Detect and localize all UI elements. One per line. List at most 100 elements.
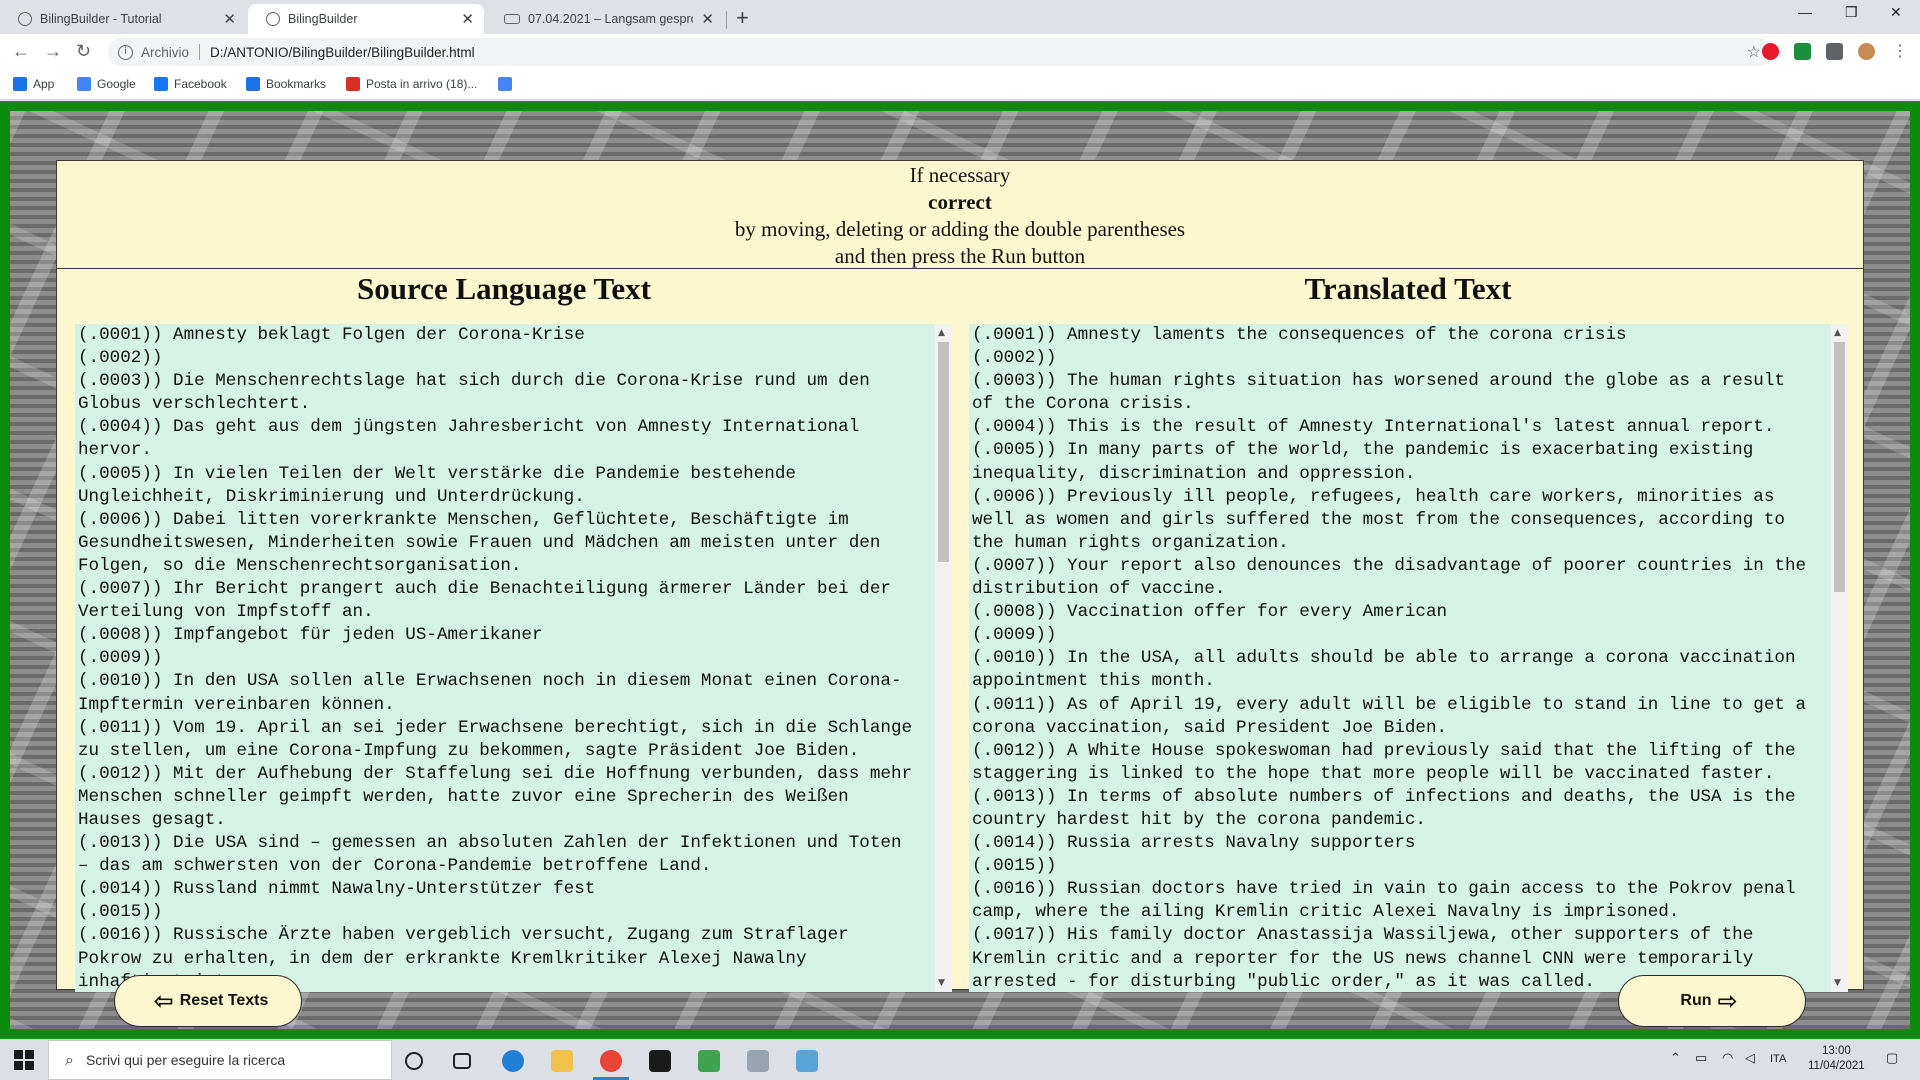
- facebook-icon: [154, 77, 168, 91]
- menu-kebab-icon[interactable]: ⋮: [1892, 41, 1908, 61]
- instruction-line-4: and then press the Run button: [834, 244, 1086, 268]
- tab-close-icon[interactable]: ✕: [461, 10, 474, 28]
- tray-device-icon[interactable]: ▭: [1695, 1050, 1707, 1066]
- translated-text[interactable]: (.0001)) Amnesty laments the consequence…: [972, 324, 1828, 992]
- profile-avatar[interactable]: [1858, 43, 1875, 60]
- cortana-icon[interactable]: [405, 1052, 423, 1070]
- tab-close-icon[interactable]: ✕: [223, 10, 236, 28]
- bookmark-label: Google: [97, 77, 136, 91]
- notepad-app-icon[interactable]: [796, 1050, 818, 1072]
- reset-texts-label: Reset Texts: [179, 992, 269, 1009]
- source-text[interactable]: (.0001)) Amnesty beklagt Folgen der Coro…: [78, 324, 932, 992]
- windows-start-button[interactable]: [14, 1050, 34, 1070]
- arrow-right-icon: ⇨: [1717, 987, 1738, 1015]
- wifi-icon[interactable]: ◠: [1722, 1050, 1733, 1066]
- tool-app-icon[interactable]: [747, 1050, 769, 1072]
- scroll-down-icon[interactable]: ▼: [1834, 978, 1841, 988]
- language-indicator[interactable]: ITA: [1770, 1053, 1786, 1065]
- source-scrollbar[interactable]: ▲ ▼: [935, 324, 952, 992]
- globe-icon: [18, 12, 32, 26]
- bookmark-translate[interactable]: [498, 77, 518, 91]
- bookmark-app[interactable]: App: [13, 77, 54, 91]
- address-divider: [199, 44, 201, 60]
- browser-toolbar: ← → ↻ i Archivio D:/ANTONIO/BilingBuilde…: [0, 34, 1920, 70]
- taskbar-search[interactable]: ⌕ Scrivi qui per eseguire la ricerca: [48, 1040, 392, 1080]
- restore-button[interactable]: ❐: [1845, 4, 1858, 21]
- shield-extension-icon[interactable]: [1794, 43, 1811, 60]
- terminal-icon[interactable]: [649, 1050, 671, 1072]
- clock-time: 13:00: [1821, 1045, 1851, 1057]
- tab-title: BilingBuilder - Tutorial: [40, 12, 162, 26]
- bookmark-label: Facebook: [174, 77, 227, 91]
- windows-taskbar: ⌕ Scrivi qui per eseguire la ricerca ⌃ ▭…: [0, 1040, 1920, 1080]
- run-label: Run: [1680, 992, 1712, 1009]
- chart-app-icon[interactable]: [698, 1050, 720, 1072]
- site-info-icon[interactable]: i: [118, 44, 133, 60]
- translated-scrollbar[interactable]: ▲ ▼: [1831, 324, 1848, 992]
- new-tab-button[interactable]: +: [736, 5, 749, 31]
- globe-icon: [266, 12, 280, 26]
- arrow-left-icon: ⇦: [153, 987, 174, 1015]
- tab-title: 07.04.2021 – Langsam gesproche: [528, 12, 693, 26]
- chrome-icon[interactable]: [600, 1050, 622, 1072]
- taskbar-clock[interactable]: 13:00 11/04/2021: [1808, 1044, 1865, 1074]
- tab-divider: [726, 11, 727, 29]
- scroll-up-icon[interactable]: ▲: [938, 328, 945, 338]
- reload-button[interactable]: ↻: [76, 41, 91, 62]
- volume-icon[interactable]: ◁: [1745, 1050, 1755, 1066]
- minimize-button[interactable]: —: [1798, 4, 1812, 20]
- bookmark-star-icon[interactable]: ☆: [1747, 42, 1761, 62]
- back-button[interactable]: ←: [12, 41, 30, 62]
- notifications-icon[interactable]: ▢: [1886, 1050, 1898, 1066]
- tab-biling-builder[interactable]: BilingBuilder ✕: [248, 4, 484, 34]
- tab-biling-builder-tutorial[interactable]: BilingBuilder - Tutorial ✕: [0, 4, 246, 34]
- source-title: Source Language Text: [357, 271, 651, 306]
- tab-close-icon[interactable]: ✕: [701, 10, 714, 28]
- apps-grid-icon: [13, 77, 27, 91]
- search-icon: ⌕: [65, 1050, 74, 1069]
- bookmark-bookmarks[interactable]: Bookmarks: [246, 77, 326, 91]
- bookmark-label: App: [33, 77, 55, 91]
- instruction-line-1: If necessary: [909, 163, 1011, 187]
- forward-button[interactable]: →: [44, 41, 62, 62]
- bookmark-google[interactable]: Google: [77, 77, 136, 91]
- translated-title: Translated Text: [1304, 271, 1512, 306]
- file-explorer-icon[interactable]: [551, 1050, 573, 1072]
- scroll-down-icon[interactable]: ▼: [938, 978, 945, 988]
- puzzle-extensions-icon[interactable]: [1826, 43, 1843, 60]
- gmail-icon: [346, 77, 360, 91]
- scroll-thumb[interactable]: [938, 342, 949, 562]
- instruction-line-3: by moving, deleting or adding the double…: [734, 217, 1186, 241]
- scroll-thumb[interactable]: [1834, 342, 1845, 592]
- bookmark-gmail[interactable]: Posta in arrivo (18)...: [346, 77, 477, 91]
- bookmark-facebook[interactable]: Facebook: [154, 77, 227, 91]
- clock-date: 11/04/2021: [1808, 1060, 1865, 1072]
- instruction-line-2: correct: [928, 190, 992, 214]
- browser-tabstrip: BilingBuilder - Tutorial ✕ BilingBuilder…: [0, 0, 1920, 34]
- task-view-icon[interactable]: [453, 1053, 471, 1069]
- translate-icon: [498, 77, 512, 91]
- address-scheme: Archivio: [141, 44, 190, 60]
- taskbar-search-placeholder: Scrivi qui per eseguire la ricerca: [85, 1052, 286, 1068]
- address-url[interactable]: D:/ANTONIO/BilingBuilder/BilingBuilder.h…: [210, 45, 475, 60]
- source-textarea[interactable]: (.0001)) Amnesty beklagt Folgen der Coro…: [75, 324, 952, 992]
- address-bar[interactable]: i Archivio D:/ANTONIO/BilingBuilder/Bili…: [108, 38, 1773, 66]
- scroll-up-icon[interactable]: ▲: [1834, 328, 1841, 338]
- reset-texts-button[interactable]: ⇦ Reset Texts: [114, 975, 302, 1027]
- star-icon: [246, 77, 260, 91]
- tab-title: BilingBuilder: [288, 12, 358, 26]
- media-icon: [504, 14, 520, 24]
- bookmarks-bar: App Google Facebook Bookmarks Posta in a…: [0, 70, 1920, 100]
- bookmark-label: Bookmarks: [266, 77, 327, 91]
- edge-icon[interactable]: [502, 1050, 524, 1072]
- run-button[interactable]: Run ⇨: [1618, 975, 1806, 1027]
- instructions: If necessary correct by moving, deleting…: [57, 161, 1863, 269]
- opera-extension-icon[interactable]: [1762, 43, 1779, 60]
- bookmark-label: Posta in arrivo (18)...: [366, 77, 478, 91]
- tray-chevron-up-icon[interactable]: ⌃: [1670, 1050, 1681, 1066]
- google-icon: [77, 77, 91, 91]
- tab-langsam-gesprochen[interactable]: 07.04.2021 – Langsam gesproche ✕: [486, 4, 724, 34]
- translated-textarea[interactable]: (.0001)) Amnesty laments the consequence…: [969, 324, 1848, 992]
- close-window-button[interactable]: ✕: [1890, 4, 1902, 21]
- main-panel: If necessary correct by moving, deleting…: [56, 160, 1864, 992]
